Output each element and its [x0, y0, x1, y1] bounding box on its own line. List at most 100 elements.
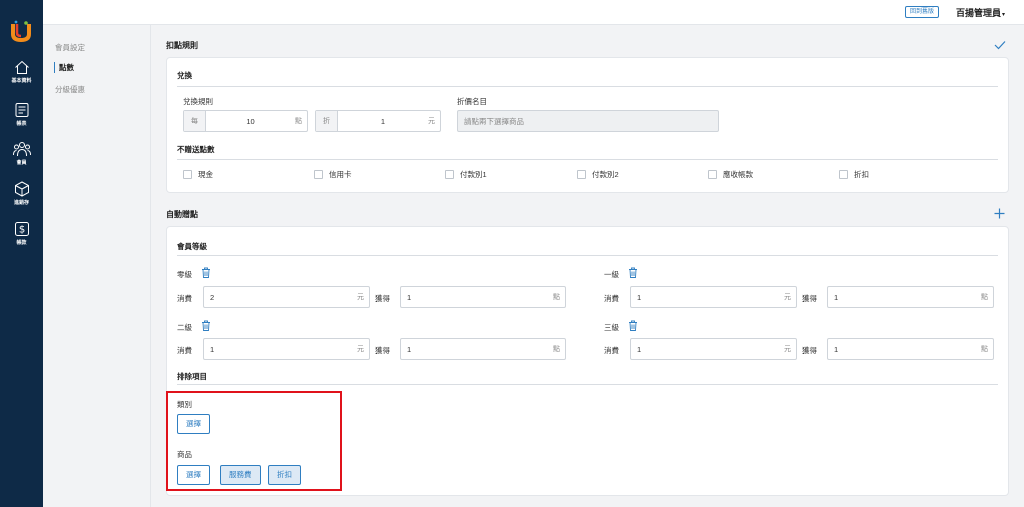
subnav-item-tier-discounts[interactable]: 分級優惠 — [55, 84, 85, 95]
auto-points-title: 自動贈點 — [166, 210, 198, 219]
earn-label: 獲得 — [802, 346, 817, 355]
discount-name-label: 折價名目 — [457, 97, 487, 106]
checkbox-box[interactable] — [445, 170, 454, 179]
member-level-title: 會員等級 — [177, 242, 207, 251]
checkbox-box[interactable] — [183, 170, 192, 179]
subnav-item-member-settings[interactable]: 會員設定 — [55, 42, 85, 53]
discount-amount-prefix: 折 — [316, 111, 338, 131]
rail-item-basic-data[interactable]: 基本資料 — [0, 60, 43, 84]
rail-item-members[interactable]: 會員 — [0, 141, 43, 166]
checkbox-box[interactable] — [708, 170, 717, 179]
points-per-value: 10 — [246, 116, 255, 126]
checkbox-label: 現金 — [198, 170, 213, 179]
rail-label-reports: 帳表 — [16, 121, 27, 127]
level-name: 一級 — [604, 270, 619, 279]
yuan-suffix: 元 — [357, 294, 364, 301]
spend-input[interactable]: 1元 — [630, 286, 797, 308]
spend-label: 消費 — [177, 294, 192, 303]
trash-icon[interactable] — [628, 267, 638, 278]
spend-input[interactable]: 2元 — [203, 286, 370, 308]
divider — [177, 384, 998, 385]
earn-label: 獲得 — [802, 294, 817, 303]
spend-value: 1 — [210, 344, 215, 354]
checkbox-discount[interactable]: 折扣 — [839, 169, 869, 180]
yuan-suffix: 元 — [357, 346, 364, 353]
earn-value: 1 — [407, 292, 412, 302]
rail-label-accounts: 帳款 — [16, 240, 27, 246]
checkbox-label: 折扣 — [854, 170, 869, 179]
level-name: 零級 — [177, 270, 192, 279]
spend-value: 1 — [637, 292, 642, 302]
rail-item-inventory[interactable]: 進銷存 — [0, 181, 43, 206]
save-check-icon[interactable] — [994, 40, 1006, 50]
report-icon — [15, 103, 28, 117]
earn-input[interactable]: 1點 — [827, 286, 994, 308]
rail-label-inventory: 進銷存 — [13, 200, 29, 206]
checkbox-cash[interactable]: 現金 — [183, 169, 213, 180]
spend-value: 1 — [637, 344, 642, 354]
earn-value: 1 — [834, 292, 839, 302]
back-to-old-version-button[interactable]: 回到舊版 — [905, 6, 940, 18]
main-content: 扣點規則 兌換 兌換規則 每 10 點 折 1 元 折價名目 請點兩下選擇商品 … — [150, 25, 1024, 507]
checkbox-credit-card[interactable]: 信用卡 — [314, 169, 352, 180]
points-per-input[interactable]: 每 10 點 — [183, 110, 308, 132]
discount-name-placeholder: 請點兩下選擇商品 — [464, 116, 524, 126]
yuan-suffix: 元 — [784, 294, 791, 301]
exchange-title: 兌換 — [177, 71, 192, 80]
earn-input[interactable]: 1點 — [400, 286, 566, 308]
checkbox-label: 信用卡 — [329, 170, 352, 179]
home-icon — [14, 60, 29, 74]
rail-item-reports[interactable]: 帳表 — [0, 102, 43, 127]
deduct-rules-card: 兌換 兌換規則 每 10 點 折 1 元 折價名目 請點兩下選擇商品 不贈送點數… — [166, 57, 1009, 193]
category-select-button[interactable]: 選擇 — [177, 414, 210, 434]
sub-navigation: 會員設定 點數 分級優惠 — [43, 25, 150, 507]
level-name: 三級 — [604, 323, 619, 332]
divider — [177, 159, 998, 160]
checkbox-box[interactable] — [839, 170, 848, 179]
checkbox-receivables[interactable]: 應收帳款 — [708, 169, 753, 180]
trash-icon[interactable] — [628, 320, 638, 331]
checkbox-payment-2[interactable]: 付款別2 — [577, 169, 619, 180]
spend-label: 消費 — [604, 294, 619, 303]
discount-amount-value: 1 — [380, 116, 386, 126]
top-bar: 回到舊版 百揚管理員▾ — [43, 0, 1024, 25]
rail-label-members: 會員 — [16, 160, 27, 166]
earn-input[interactable]: 1點 — [400, 338, 566, 360]
spend-input[interactable]: 1元 — [630, 338, 797, 360]
level-name: 二級 — [177, 323, 192, 332]
trash-icon[interactable] — [201, 267, 211, 278]
exclude-title: 排除項目 — [177, 372, 207, 381]
point-suffix: 點 — [981, 294, 988, 301]
trash-icon[interactable] — [201, 320, 211, 331]
rail-label-basic-data: 基本資料 — [11, 78, 32, 84]
earn-value: 1 — [407, 344, 412, 354]
rail-item-accounts[interactable]: $ 帳款 — [0, 221, 43, 246]
checkbox-label: 應收帳款 — [723, 170, 753, 179]
dollar-icon: $ — [14, 222, 29, 236]
user-menu[interactable]: 百揚管理員▾ — [956, 6, 1005, 19]
product-tag-service-fee[interactable]: 服務費 — [220, 465, 261, 485]
product-select-button[interactable]: 選擇 — [177, 465, 210, 485]
user-name: 百揚管理員 — [956, 8, 1002, 18]
category-label: 類別 — [177, 400, 192, 409]
spend-label: 消費 — [177, 346, 192, 355]
svg-text:$: $ — [18, 225, 24, 236]
spend-input[interactable]: 1元 — [203, 338, 370, 360]
checkbox-box[interactable] — [314, 170, 323, 179]
members-icon — [12, 142, 31, 157]
divider — [177, 86, 998, 87]
earn-input[interactable]: 1點 — [827, 338, 994, 360]
earn-label: 獲得 — [375, 346, 390, 355]
earn-label: 獲得 — [375, 294, 390, 303]
discount-amount-suffix: 元 — [428, 118, 435, 125]
discount-name-input[interactable]: 請點兩下選擇商品 — [457, 110, 719, 132]
subnav-item-points[interactable]: 點數 — [54, 62, 74, 73]
checkbox-box[interactable] — [577, 170, 586, 179]
product-tag-discount[interactable]: 折扣 — [268, 465, 301, 485]
point-suffix: 點 — [553, 294, 560, 301]
exchange-rule-label: 兌換規則 — [183, 97, 213, 106]
add-plus-icon[interactable] — [994, 208, 1005, 219]
discount-amount-input[interactable]: 折 1 元 — [315, 110, 441, 132]
point-suffix: 點 — [553, 346, 560, 353]
checkbox-payment-1[interactable]: 付款別1 — [445, 169, 487, 180]
